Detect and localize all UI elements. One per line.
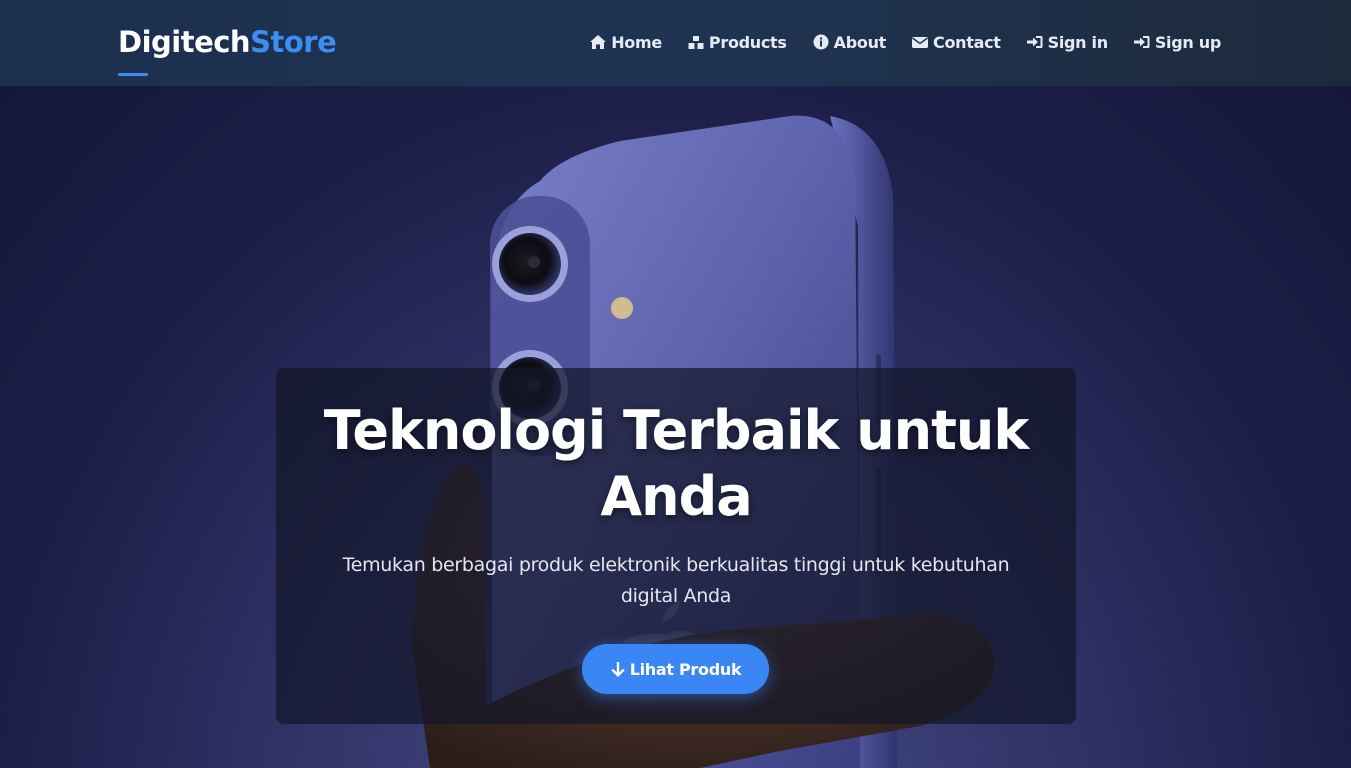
info-icon xyxy=(813,34,829,50)
nav-products-label: Products xyxy=(708,32,787,52)
nav-sign-up-label: Sign up xyxy=(1154,32,1221,52)
home-icon xyxy=(590,35,607,49)
brand-name-part1: Digitech xyxy=(118,25,251,59)
nav-home[interactable]: Home xyxy=(589,33,662,52)
nav-sign-up[interactable]: Sign up xyxy=(1133,33,1221,52)
hero-section: Teknologi Terbaik untuk Anda Temukan ber… xyxy=(0,86,1351,768)
hero-overlay-card: Teknologi Terbaik untuk Anda Temukan ber… xyxy=(276,368,1076,724)
sign-in-icon xyxy=(1133,36,1150,48)
brand-logo[interactable]: DigitechStore xyxy=(118,24,337,60)
boxes-icon xyxy=(688,36,704,49)
nav-about-label: About xyxy=(833,32,887,52)
brand-name-part2: Store xyxy=(250,25,337,59)
hero-subtitle: Temukan berbagai produk elektronik berku… xyxy=(326,550,1026,612)
nav-sign-in[interactable]: Sign in xyxy=(1026,33,1108,52)
view-products-label: Lihat Produk xyxy=(629,659,742,679)
main-nav: Home Products About Contact Sign in Sign… xyxy=(589,30,1221,54)
envelope-icon xyxy=(912,37,929,48)
navbar: DigitechStore Home Products About Contac… xyxy=(0,0,1351,86)
hero-title-line1: Teknologi Terbaik untuk xyxy=(323,399,1030,462)
hero-title-line2: Anda xyxy=(600,465,752,528)
view-products-button[interactable]: Lihat Produk xyxy=(582,644,769,694)
arrow-down-icon xyxy=(611,661,625,677)
nav-contact-label: Contact xyxy=(933,32,1001,52)
nav-products[interactable]: Products xyxy=(687,33,787,52)
hero-subtitle-line1: Temukan berbagai produk elektronik berku… xyxy=(342,554,1010,576)
nav-sign-in-label: Sign in xyxy=(1047,32,1109,52)
nav-contact[interactable]: Contact xyxy=(911,33,1001,52)
nav-about[interactable]: About xyxy=(812,33,886,52)
nav-home-label: Home xyxy=(611,32,662,52)
hero-title: Teknologi Terbaik untuk Anda xyxy=(276,398,1076,530)
hero-subtitle-line2: digital Anda xyxy=(620,585,732,607)
brand-underline xyxy=(118,73,148,76)
sign-in-icon xyxy=(1026,36,1043,48)
